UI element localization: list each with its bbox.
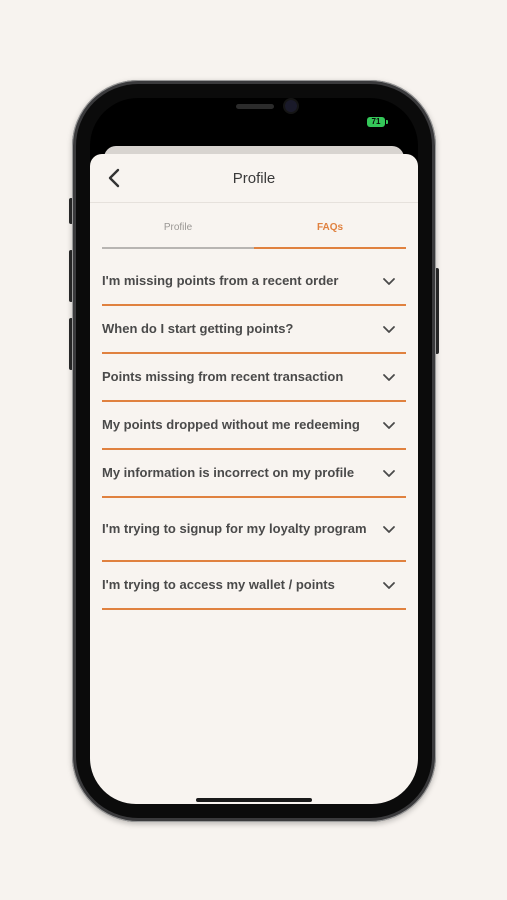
nav-header: Profile <box>90 154 418 203</box>
tab-profile[interactable]: Profile <box>102 218 254 249</box>
profile-sheet: Profile Profile FAQs I'm missing points … <box>90 154 418 804</box>
page-title: Profile <box>232 170 276 187</box>
faq-item[interactable]: My information is incorrect on my profil… <box>102 450 406 498</box>
chevron-down-icon <box>382 417 398 433</box>
faq-question: When do I start getting points? <box>102 321 294 336</box>
tab-faqs[interactable]: FAQs <box>254 218 406 249</box>
chevron-down-icon <box>382 521 398 537</box>
faq-question: My points dropped without me redeeming <box>102 417 360 432</box>
faq-question: I'm trying to access my wallet / points <box>102 577 335 592</box>
faq-item[interactable]: When do I start getting points? <box>102 306 406 354</box>
earpiece-speaker <box>236 104 274 109</box>
app-screenshot: 71 Profile Profile FAQs I'm missing poin… <box>0 0 507 900</box>
chevron-down-icon <box>382 369 398 385</box>
front-camera <box>285 100 297 112</box>
faq-question: I'm trying to signup for my loyalty prog… <box>102 521 367 536</box>
home-indicator[interactable] <box>196 798 312 802</box>
battery-icon: 71 <box>367 117 388 127</box>
faq-item[interactable]: I'm missing points from a recent order <box>102 258 406 306</box>
faq-item[interactable]: I'm trying to signup for my loyalty prog… <box>102 498 406 562</box>
tab-bar: Profile FAQs <box>102 218 406 249</box>
chevron-down-icon <box>382 577 398 593</box>
faq-question: My information is incorrect on my profil… <box>102 465 355 480</box>
faq-item[interactable]: I'm trying to access my wallet / points <box>102 562 406 610</box>
faq-question: I'm missing points from a recent order <box>102 273 339 288</box>
chevron-down-icon <box>382 465 398 481</box>
faq-item[interactable]: Points missing from recent transaction <box>102 354 406 402</box>
faq-question: Points missing from recent transaction <box>102 369 344 384</box>
faq-item[interactable]: My points dropped without me redeeming <box>102 402 406 450</box>
chevron-down-icon <box>382 321 398 337</box>
chevron-down-icon <box>382 273 398 289</box>
faq-list: I'm missing points from a recent order W… <box>102 258 406 610</box>
